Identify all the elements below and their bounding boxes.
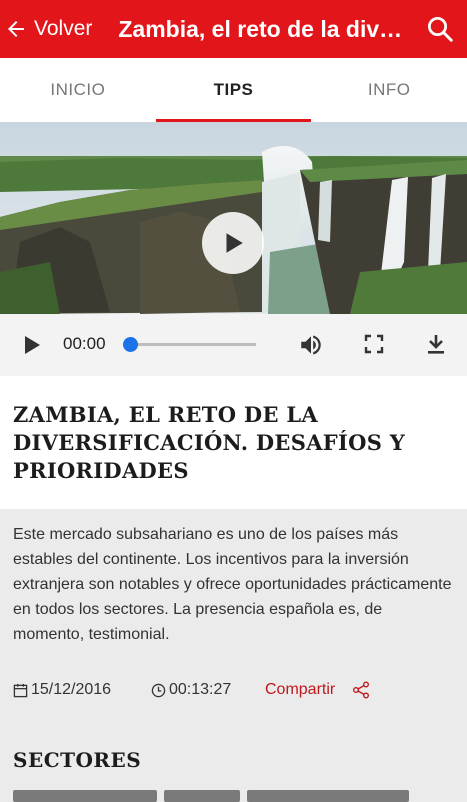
sector-chip[interactable] (13, 790, 157, 802)
article-headline: ZAMBIA, EL RETO DE LA DIVERSIFICACIÓN. D… (13, 402, 406, 483)
sector-chip[interactable] (247, 790, 409, 802)
sector-chips (13, 790, 467, 802)
article-meta: 15/12/2016 00:13:27 Compartir (13, 681, 463, 701)
play-icon (226, 233, 243, 253)
tab-info[interactable]: INFO (311, 58, 467, 122)
search-icon[interactable] (425, 14, 455, 44)
player-progress-knob[interactable] (123, 337, 138, 352)
player-time: 00:00 (63, 334, 106, 353)
arrow-left-icon (8, 21, 24, 37)
back-button[interactable]: Volver (0, 0, 92, 58)
play-icon[interactable] (22, 334, 42, 356)
article-date: 15/12/2016 (31, 681, 112, 698)
share-icon[interactable] (352, 681, 370, 699)
sector-chip[interactable] (164, 790, 240, 802)
sectors-heading: SECTORES (13, 748, 142, 772)
calendar-icon (13, 683, 28, 698)
share-link[interactable]: Compartir (265, 681, 335, 699)
audio-player: 00:00 (0, 314, 467, 376)
app-bar: Volver Zambia, el reto de la dive... (0, 0, 467, 58)
tab-bar: INICIO TIPS INFO (0, 58, 467, 122)
download-icon[interactable] (424, 332, 448, 356)
volume-icon[interactable] (298, 332, 324, 358)
player-progress-track[interactable] (130, 343, 256, 346)
article-duration: 00:13:27 (169, 681, 232, 698)
clock-icon (151, 683, 166, 698)
tab-inicio[interactable]: INICIO (0, 58, 156, 122)
video-play-button[interactable] (202, 212, 264, 274)
fullscreen-icon[interactable] (362, 332, 386, 356)
tab-tips[interactable]: TIPS (155, 58, 312, 122)
page-title: Zambia, el reto de la dive... (118, 15, 409, 42)
back-label: Volver (34, 17, 93, 40)
article-description: Este mercado subsahariano es uno de los … (13, 526, 452, 643)
